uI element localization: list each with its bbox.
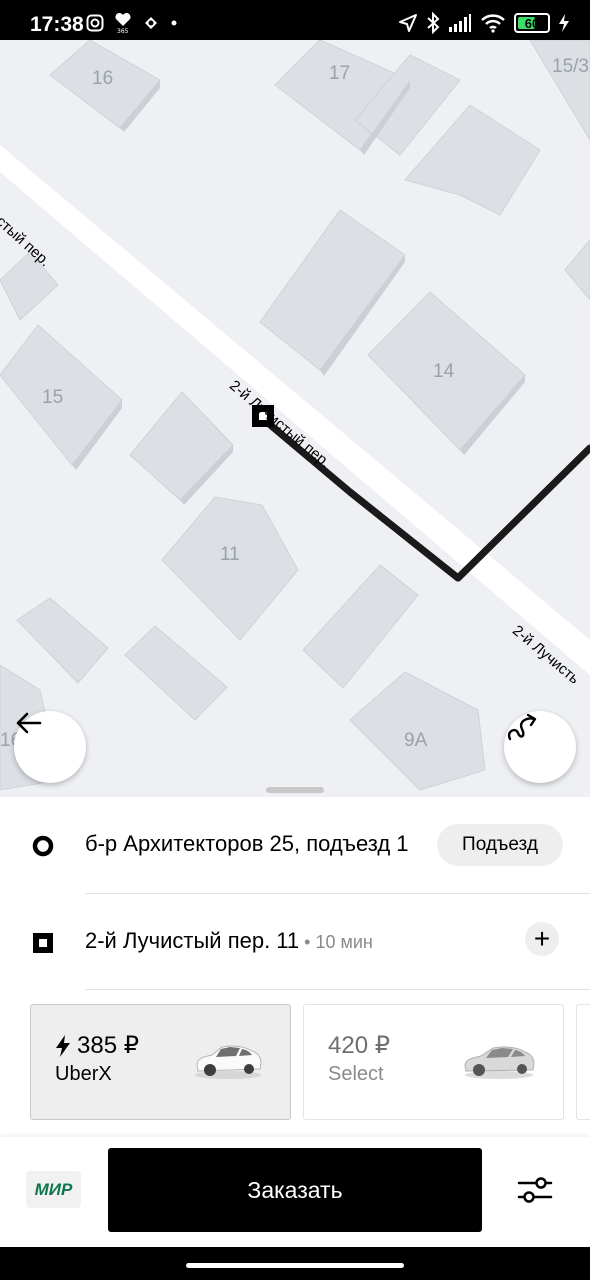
destination-address: 2-й Лучистый пер. 11 bbox=[85, 928, 300, 953]
order-footer: МИР Заказать bbox=[0, 1137, 590, 1247]
tariff-price: 385 ₽ bbox=[77, 1032, 139, 1059]
location-arrow-icon bbox=[399, 14, 417, 32]
car-icon bbox=[195, 1045, 262, 1079]
building-label: 9А bbox=[404, 730, 428, 751]
charging-icon bbox=[559, 14, 569, 32]
back-arrow-icon bbox=[16, 712, 42, 734]
payment-method-mir[interactable]: МИР bbox=[26, 1171, 81, 1208]
building-label: 16 bbox=[92, 68, 114, 89]
health-365-icon: 365 bbox=[115, 12, 131, 34]
route-button[interactable] bbox=[504, 711, 576, 783]
home-gesture-bar[interactable] bbox=[186, 1263, 404, 1268]
battery-icon: 60 bbox=[514, 13, 550, 33]
tariff-price: 420 ₽ bbox=[328, 1032, 390, 1059]
building-label: 11 bbox=[220, 544, 240, 565]
sliders-icon[interactable] bbox=[515, 1172, 555, 1208]
add-stop-button[interactable]: + bbox=[525, 922, 559, 956]
sheet-drag-handle[interactable] bbox=[266, 787, 324, 793]
pickup-row[interactable]: б-р Архитекторов 25, подъезд 1 Подъезд bbox=[0, 797, 590, 893]
divider bbox=[85, 989, 590, 990]
building-label: 17 bbox=[329, 63, 351, 84]
pickup-address: б-р Архитекторов 25, подъезд 1 bbox=[85, 831, 409, 856]
building-label: 15 bbox=[42, 387, 64, 408]
map-view[interactable]: 16 17 15/3 14 15 11 9А 16 чистый пер. 2-… bbox=[0, 40, 590, 810]
surge-lightning-icon bbox=[56, 1034, 70, 1057]
car-icon bbox=[464, 1046, 535, 1079]
building-label: 14 bbox=[433, 361, 455, 382]
building-label: 15/3 bbox=[552, 56, 589, 77]
tariff-name: Select bbox=[328, 1063, 384, 1085]
dot-icon bbox=[171, 20, 177, 26]
battery-level: 60 bbox=[524, 15, 540, 31]
tariff-card-next[interactable] bbox=[576, 1004, 590, 1120]
instagram-icon bbox=[86, 14, 104, 32]
signal-icon bbox=[449, 14, 471, 32]
destination-row[interactable]: 2-й Лучистый пер. 11 • 10 мин + bbox=[0, 894, 590, 990]
tariff-name: UberX bbox=[55, 1063, 112, 1085]
wifi-icon bbox=[481, 14, 505, 33]
entrance-chip[interactable]: Подъезд bbox=[437, 824, 563, 866]
status-time: 17:38 bbox=[30, 13, 84, 36]
destination-square-icon bbox=[33, 933, 53, 953]
tariff-card-uberx[interactable]: 385 ₽ UberX bbox=[30, 1004, 291, 1120]
tariff-card-select[interactable]: 420 ₽ Select bbox=[303, 1004, 564, 1120]
app-icon bbox=[145, 17, 157, 29]
back-button[interactable] bbox=[14, 711, 86, 783]
route-icon bbox=[507, 713, 537, 741]
svg-text:365: 365 bbox=[117, 28, 129, 34]
destination-eta: • 10 мин bbox=[299, 932, 373, 952]
system-nav-bar bbox=[0, 1247, 590, 1280]
order-button[interactable]: Заказать bbox=[108, 1148, 482, 1232]
bluetooth-icon bbox=[427, 12, 440, 34]
pickup-circle-icon bbox=[32, 835, 54, 857]
tariff-carousel[interactable]: 385 ₽ UberX 420 ₽ Select bbox=[0, 1004, 590, 1120]
